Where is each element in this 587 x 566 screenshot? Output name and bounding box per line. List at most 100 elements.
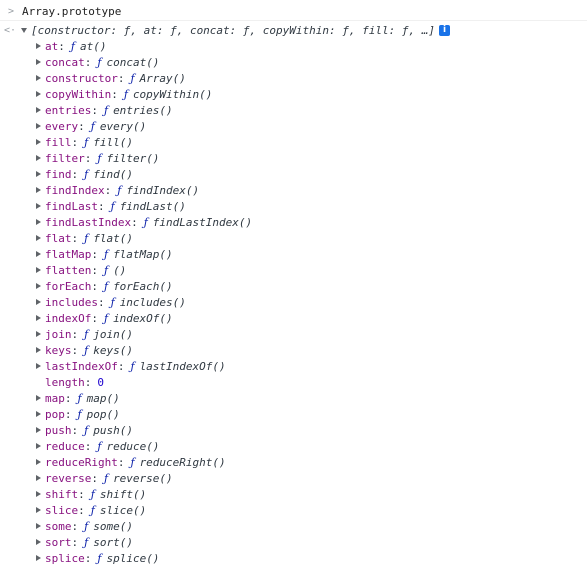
- property-colon: :: [131, 215, 138, 229]
- expand-triangle-icon[interactable]: [36, 123, 41, 129]
- expand-triangle-icon[interactable]: [36, 491, 41, 497]
- function-signature: forEach(): [113, 279, 173, 293]
- expand-triangle-icon[interactable]: [36, 539, 41, 545]
- property-row[interactable]: slice: ƒ slice(): [0, 502, 587, 518]
- property-key: reduceRight: [45, 455, 118, 469]
- property-row[interactable]: concat: ƒ concat(): [0, 54, 587, 70]
- function-signature: indexOf(): [113, 311, 173, 325]
- property-row[interactable]: includes: ƒ includes(): [0, 294, 587, 310]
- expand-triangle-icon[interactable]: [36, 187, 41, 193]
- function-signature: fill(): [93, 135, 133, 149]
- property-row[interactable]: reduceRight: ƒ reduceRight(): [0, 454, 587, 470]
- expand-triangle-icon[interactable]: [36, 43, 41, 49]
- property-key: lastIndexOf: [45, 359, 118, 373]
- expand-triangle-icon[interactable]: [36, 75, 41, 81]
- property-row[interactable]: indexOf: ƒ indexOf(): [0, 310, 587, 326]
- collapse-triangle-icon[interactable]: [21, 27, 27, 33]
- function-tag-icon: ƒ: [77, 391, 82, 405]
- property-key: push: [45, 423, 72, 437]
- expand-triangle-icon[interactable]: [36, 475, 41, 481]
- expand-triangle-icon[interactable]: [36, 91, 41, 97]
- property-row[interactable]: splice: ƒ splice(): [0, 550, 587, 566]
- expand-triangle-icon[interactable]: [36, 235, 41, 241]
- property-row[interactable]: findLast: ƒ findLast(): [0, 198, 587, 214]
- property-key: copyWithin: [45, 87, 112, 101]
- arrow-slot: [36, 523, 45, 529]
- function-tag-icon: ƒ: [84, 535, 89, 549]
- expand-triangle-icon[interactable]: [36, 347, 41, 353]
- arrow-slot: [36, 107, 45, 113]
- function-tag-icon: ƒ: [130, 359, 135, 373]
- property-row[interactable]: flat: ƒ flat(): [0, 230, 587, 246]
- expand-triangle-icon[interactable]: [36, 395, 41, 401]
- expand-triangle-icon[interactable]: [36, 107, 41, 113]
- property-row[interactable]: pop: ƒ pop(): [0, 406, 587, 422]
- expand-triangle-icon[interactable]: [36, 331, 41, 337]
- expand-triangle-icon[interactable]: [36, 251, 41, 257]
- property-row[interactable]: flatMap: ƒ flatMap(): [0, 246, 587, 262]
- expand-triangle-icon[interactable]: [36, 171, 41, 177]
- property-row[interactable]: reverse: ƒ reverse(): [0, 470, 587, 486]
- console-result-entry[interactable]: <· [constructor: ƒ, at: ƒ, concat: ƒ, co…: [0, 22, 587, 38]
- property-row[interactable]: copyWithin: ƒ copyWithin(): [0, 86, 587, 102]
- property-row[interactable]: some: ƒ some(): [0, 518, 587, 534]
- function-tag-icon: ƒ: [90, 487, 95, 501]
- expand-triangle-icon[interactable]: [36, 299, 41, 305]
- function-signature: reverse(): [113, 471, 173, 485]
- arrow-slot: [36, 203, 45, 209]
- function-signature: join(): [93, 327, 133, 341]
- property-colon: :: [71, 423, 79, 437]
- property-row[interactable]: map: ƒ map(): [0, 390, 587, 406]
- expand-triangle-icon[interactable]: [36, 155, 41, 161]
- property-row[interactable]: fill: ƒ fill(): [0, 134, 587, 150]
- property-row[interactable]: forEach: ƒ forEach(): [0, 278, 587, 294]
- arrow-slot: [36, 475, 45, 481]
- expand-triangle-icon[interactable]: [36, 203, 41, 209]
- function-tag-icon: ƒ: [84, 135, 89, 149]
- expand-triangle-icon[interactable]: [36, 411, 41, 417]
- function-signature: concat(): [106, 55, 160, 69]
- arrow-slot: [36, 187, 45, 193]
- property-row[interactable]: shift: ƒ shift(): [0, 486, 587, 502]
- property-row[interactable]: filter: ƒ filter(): [0, 150, 587, 166]
- expand-triangle-icon[interactable]: [36, 267, 41, 273]
- expand-triangle-icon[interactable]: [36, 59, 41, 65]
- property-row[interactable]: constructor: ƒ Array(): [0, 70, 587, 86]
- function-signature: splice(): [106, 551, 160, 565]
- property-row[interactable]: lastIndexOf: ƒ lastIndexOf(): [0, 358, 587, 374]
- property-row[interactable]: join: ƒ join(): [0, 326, 587, 342]
- result-summary[interactable]: [constructor: ƒ, at: ƒ, concat: ƒ, copyW…: [31, 24, 435, 37]
- property-row[interactable]: find: ƒ find(): [0, 166, 587, 182]
- expand-triangle-icon[interactable]: [36, 443, 41, 449]
- expand-triangle-icon[interactable]: [36, 219, 41, 225]
- arrow-slot: [36, 155, 45, 161]
- property-row[interactable]: push: ƒ push(): [0, 422, 587, 438]
- info-icon[interactable]: i: [438, 24, 450, 36]
- property-row[interactable]: sort: ƒ sort(): [0, 534, 587, 550]
- property-row[interactable]: entries: ƒ entries(): [0, 102, 587, 118]
- expand-triangle-icon[interactable]: [36, 139, 41, 145]
- property-row[interactable]: findIndex: ƒ findIndex(): [0, 182, 587, 198]
- property-colon: :: [104, 183, 112, 197]
- property-row[interactable]: findLastIndex: ƒ findLastIndex(): [0, 214, 587, 230]
- property-row[interactable]: every: ƒ every(): [0, 118, 587, 134]
- property-colon: :: [117, 455, 125, 469]
- property-row[interactable]: reduce: ƒ reduce(): [0, 438, 587, 454]
- property-row[interactable]: at: ƒ at(): [0, 38, 587, 54]
- expand-triangle-icon[interactable]: [36, 283, 41, 289]
- property-key: flatten: [45, 263, 92, 277]
- property-colon: :: [91, 263, 98, 277]
- expand-triangle-icon[interactable]: [36, 427, 41, 433]
- expand-triangle-icon[interactable]: [36, 363, 41, 369]
- expand-triangle-icon[interactable]: [36, 507, 41, 513]
- expand-triangle-icon[interactable]: [36, 315, 41, 321]
- input-expression[interactable]: Array.prototype: [22, 5, 121, 18]
- function-signature: pop(): [86, 407, 120, 421]
- arrow-slot: [36, 219, 45, 225]
- property-row[interactable]: flatten: ƒ (): [0, 262, 587, 278]
- expand-triangle-icon[interactable]: [36, 555, 41, 561]
- property-colon: :: [71, 167, 79, 181]
- expand-triangle-icon[interactable]: [36, 459, 41, 465]
- property-row[interactable]: keys: ƒ keys(): [0, 342, 587, 358]
- expand-triangle-icon[interactable]: [36, 523, 41, 529]
